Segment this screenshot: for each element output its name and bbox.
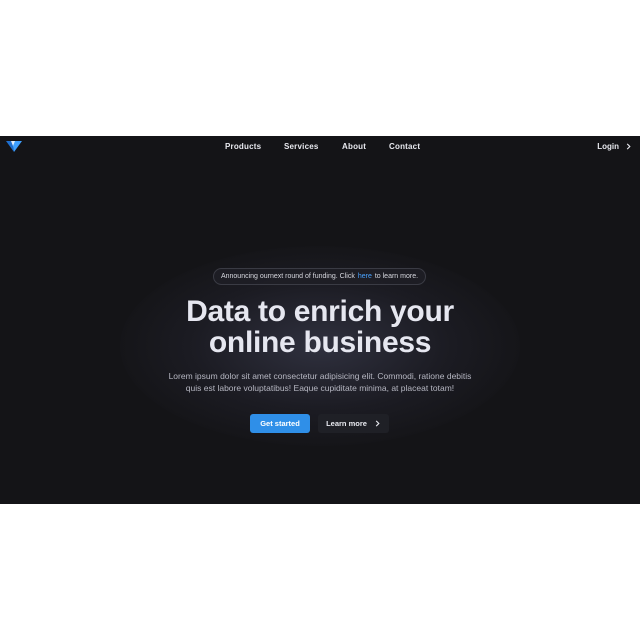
top-navigation-bar: Products Services About Contact Login [0,136,640,158]
announcement-link[interactable]: here [358,273,372,280]
learn-more-button[interactable]: Learn more [318,414,389,433]
hero-headline: Data to enrich your online business [120,296,520,358]
hero-section: Products Services About Contact Login An… [0,136,640,504]
nav-link-products[interactable]: Products [225,142,261,151]
nav-link-contact[interactable]: Contact [389,142,420,151]
chevron-right-icon [375,420,380,427]
hero-subtext-line-1: Lorem ipsum dolor sit amet consectetur a… [168,371,472,381]
learn-more-label: Learn more [326,419,367,428]
get-started-button[interactable]: Get started [250,414,310,433]
chevron-right-icon [626,143,631,150]
hero-subtext-line-2: quis est labore voluptatibus! Eaque cupi… [185,383,455,393]
nav-link-services[interactable]: Services [284,142,319,151]
hero-headline-line-2: online business [208,326,432,359]
announcement-pill: Announcing ournext round of funding. Cli… [213,268,426,285]
announcement-text-end: to learn more. [374,273,419,280]
login-label: Login [597,142,619,151]
hero-headline-line-1: Data to enrich your [186,295,454,328]
main-nav: Products Services About Contact [0,142,640,154]
nav-link-about[interactable]: About [342,142,366,151]
hero-subtext: Lorem ipsum dolor sit amet consectetur a… [150,370,490,394]
login-link[interactable]: Login [597,142,632,151]
announcement-text: Announcing ournext round of funding. Cli… [220,273,355,280]
